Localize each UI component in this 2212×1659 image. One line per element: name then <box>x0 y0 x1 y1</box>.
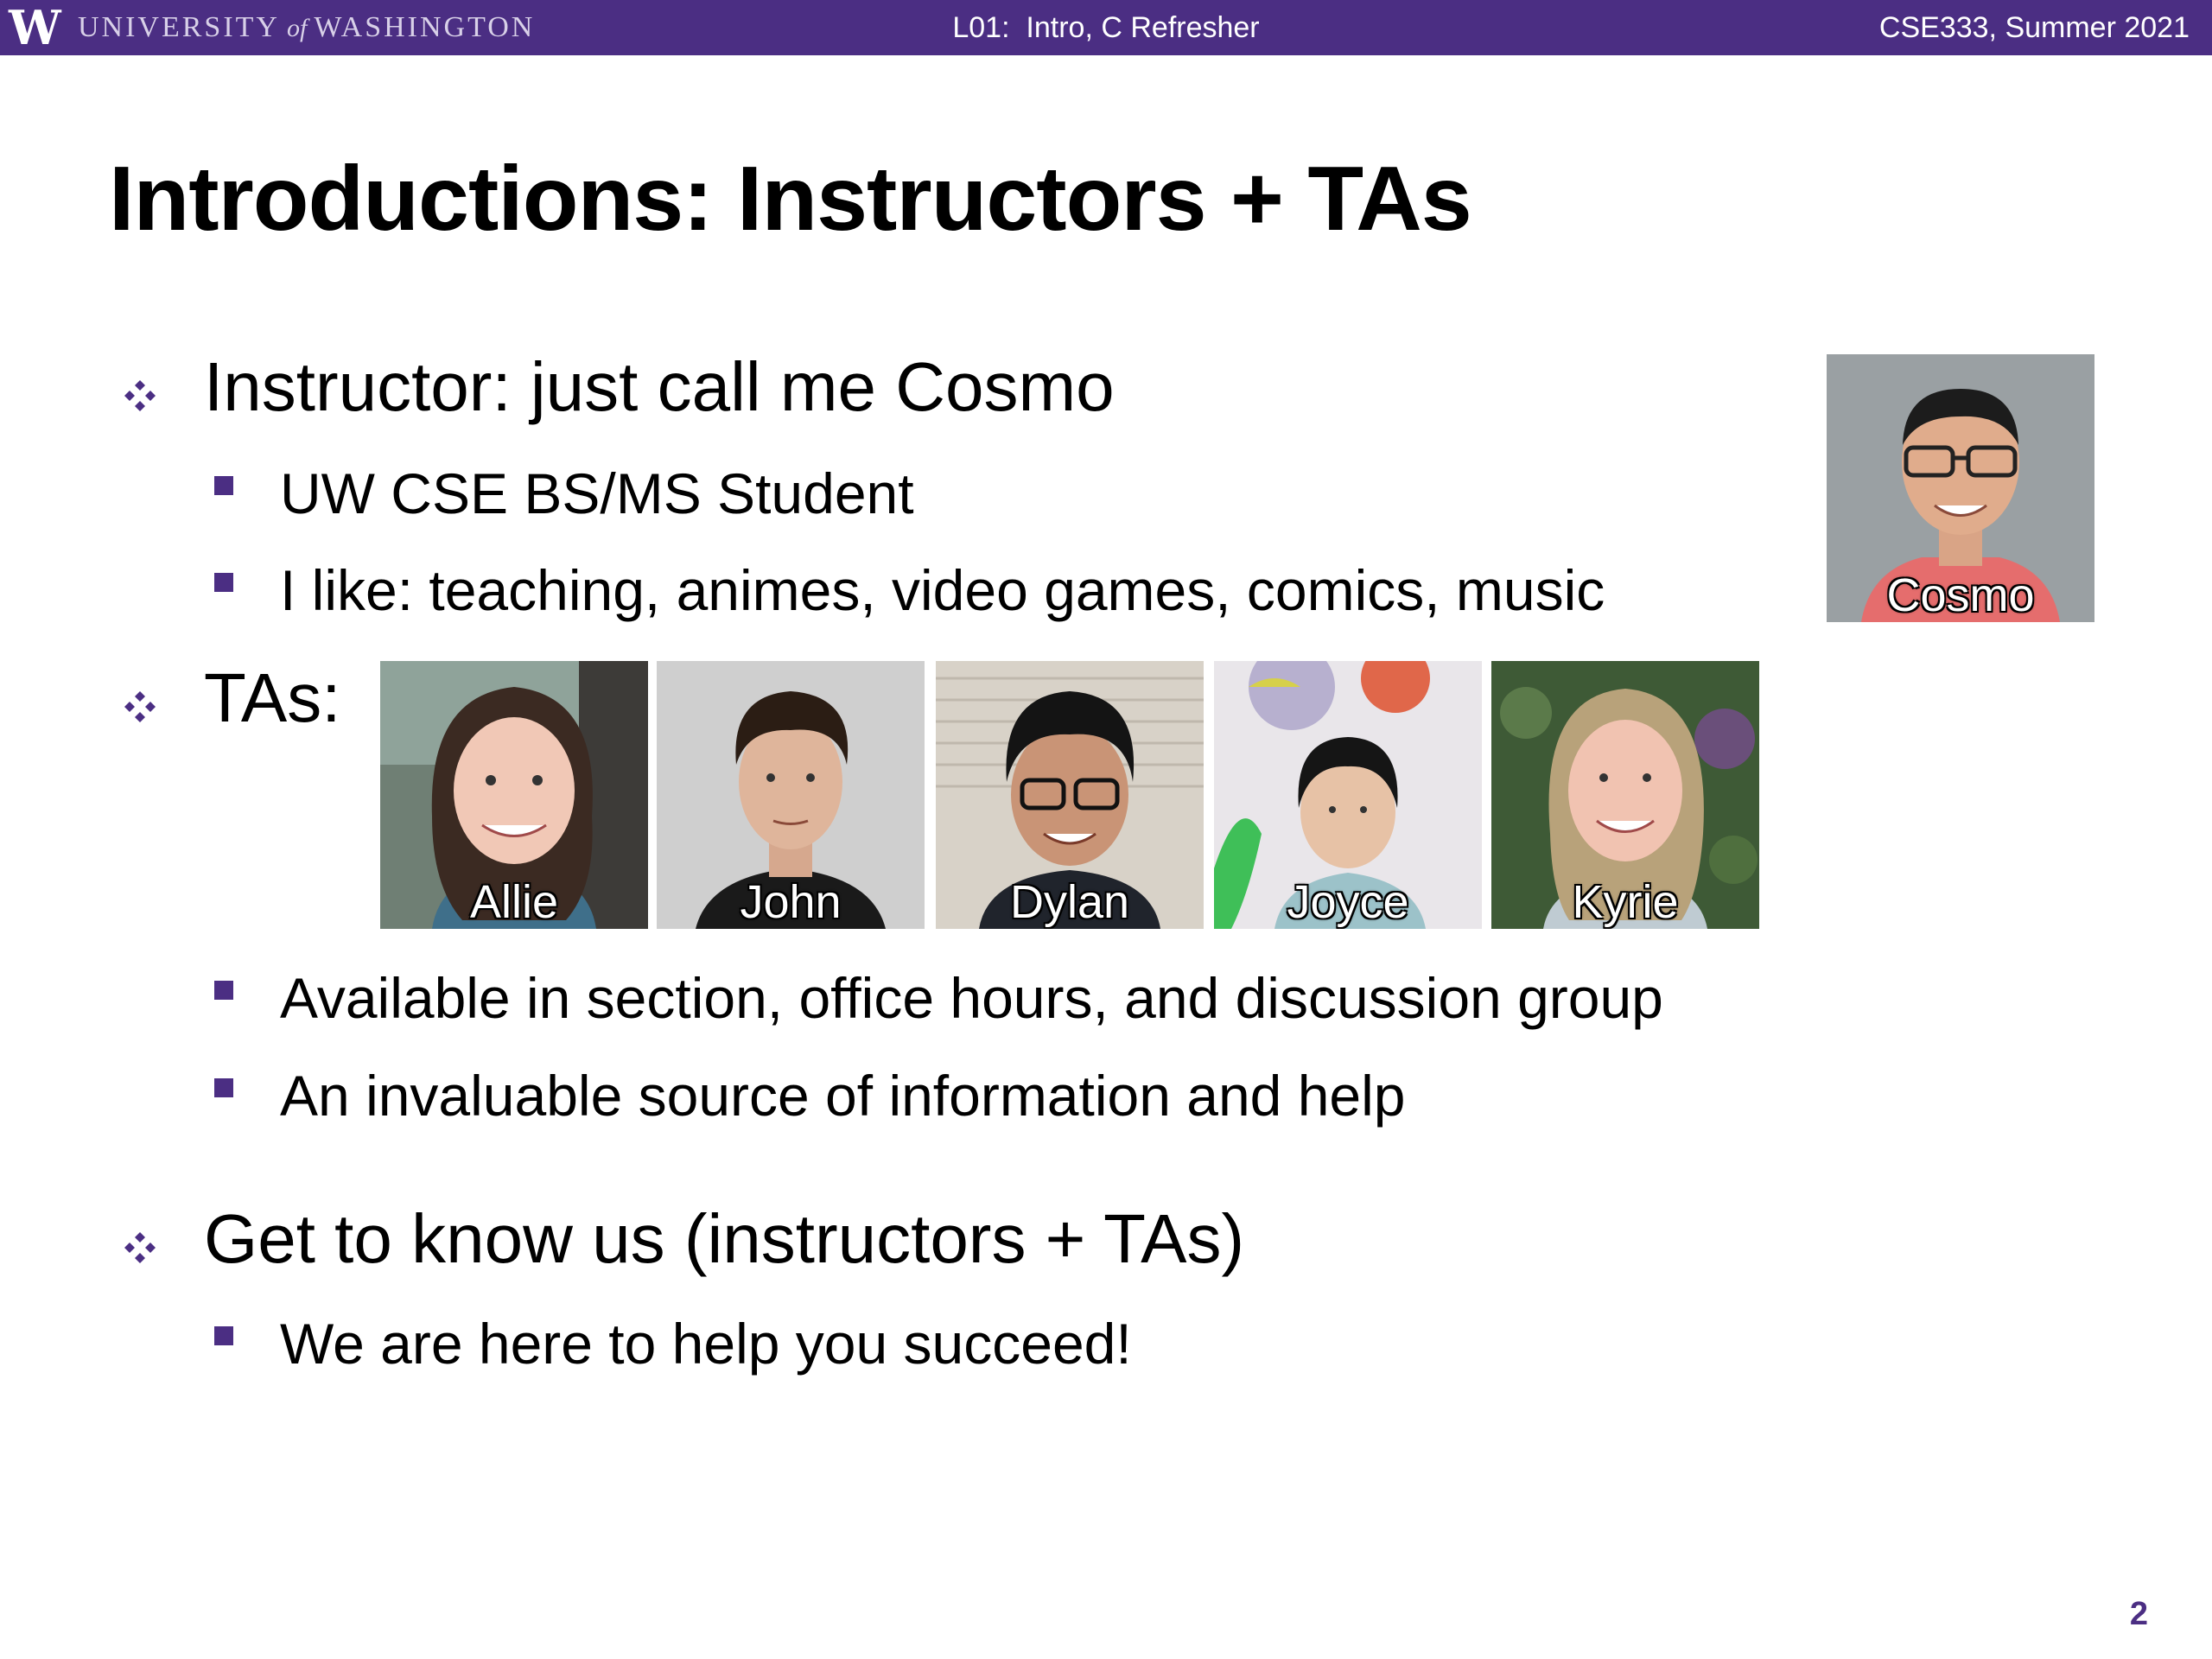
page-title: Introductions: Instructors + TAs <box>109 148 1472 250</box>
four-diamond-icon <box>124 1232 156 1263</box>
photo-caption-john: John <box>740 876 842 928</box>
sub-bullet-text: We are here to help you succeed! <box>280 1312 1132 1376</box>
square-icon <box>214 1078 233 1097</box>
photo-caption-dylan: Dylan <box>1009 876 1130 928</box>
photo-caption-allie: Allie <box>469 876 559 928</box>
sub-bullet-text: An invaluable source of information and … <box>280 1064 1406 1128</box>
sub-bullet-text: UW CSE BS/MS Student <box>280 461 914 525</box>
sub-bullet-text: I like: teaching, animes, video games, c… <box>280 558 1605 622</box>
photo-caption-joyce: Joyce <box>1287 876 1409 928</box>
square-icon <box>214 981 233 1000</box>
lecture-title: L01: Intro, C Refresher <box>952 11 1260 44</box>
four-diamond-icon <box>124 380 156 411</box>
square-icon <box>214 476 233 495</box>
uw-logo-icon: W <box>9 0 61 55</box>
sub-bullet-text: Available in section, office hours, and … <box>280 966 1663 1030</box>
course-info: CSE333, Summer 2021 <box>1878 11 2190 44</box>
get-to-know-text: Get to know us (instructors + TAs) <box>204 1200 1245 1277</box>
university-wordmark: UNIVERSITY of WASHINGTON <box>78 10 535 46</box>
instructor-text: Instructor: just call me Cosmo <box>204 348 1115 425</box>
tas-text: TAs: <box>204 659 341 736</box>
instructor-photo: Cosmo <box>1827 354 2094 622</box>
slide: W UNIVERSITY of WASHINGTON L01: Intro, C R… <box>0 0 2212 1659</box>
university-of: of <box>286 14 308 42</box>
ta-photo-kyrie: Kyrie <box>1491 661 1759 929</box>
header-bar: W UNIVERSITY of WASHINGTON L01: Intro, C R… <box>0 0 2212 55</box>
square-icon <box>214 573 233 592</box>
photo-caption-kyrie: Kyrie <box>1572 876 1679 928</box>
four-diamond-icon <box>124 691 156 722</box>
ta-photo-john: John <box>657 661 925 929</box>
university-word: UNIVERSITY <box>78 11 280 43</box>
ta-photo-allie: Allie <box>380 661 648 929</box>
photo-caption-cosmo: Cosmo <box>1886 569 2035 621</box>
washington-word: WASHINGTON <box>314 11 536 43</box>
ta-photo-joyce: Joyce <box>1214 661 1482 929</box>
square-icon <box>214 1326 233 1345</box>
ta-photo-dylan: Dylan <box>936 661 1204 929</box>
page-number: 2 <box>2129 1596 2148 1632</box>
